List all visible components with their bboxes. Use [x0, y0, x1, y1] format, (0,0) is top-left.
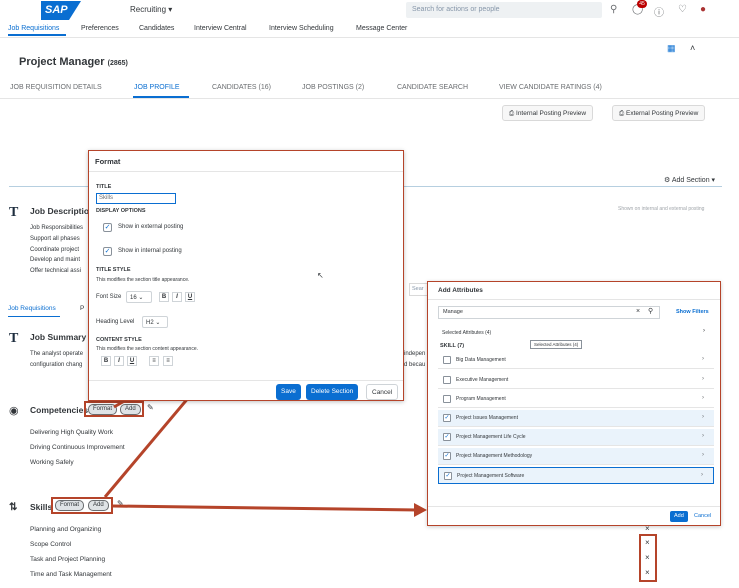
chevron-right-icon[interactable]: › — [702, 356, 704, 362]
font-size-label: Font Size — [96, 294, 122, 300]
underline-button[interactable]: U — [127, 356, 137, 366]
chevron-right-icon[interactable]: › — [702, 414, 704, 420]
chevron-right-icon[interactable]: › — [702, 433, 704, 439]
attribute-row[interactable]: Big Data Management › — [438, 352, 714, 369]
title-style-desc: This modifies the section title appearan… — [96, 277, 190, 283]
content-style-desc: This modifies the section content appear… — [96, 346, 199, 352]
display-options-label: DISPLAY OPTIONS — [96, 208, 146, 214]
attribute-label: Project Issues Management — [456, 415, 518, 421]
dialog-title: Add Attributes — [438, 287, 483, 294]
attribute-label: Project Management Methodology — [456, 453, 533, 459]
show-filters-link[interactable]: Show Filters — [676, 309, 709, 315]
skill-group-label: SKILL (7) — [440, 343, 465, 349]
show-internal-label: Show in internal posting — [118, 248, 182, 254]
delete-section-button[interactable]: Delete Section — [306, 384, 359, 400]
dialog-divider — [89, 171, 403, 172]
search-icon[interactable]: ⚲ — [648, 307, 653, 315]
bold-button[interactable]: B — [101, 356, 111, 366]
numbered-list-icon[interactable]: ≡ — [163, 356, 173, 366]
dialog-divider — [428, 299, 720, 300]
cursor-icon: ↖ — [317, 271, 324, 280]
underline-button[interactable]: U — [185, 292, 195, 302]
attribute-row[interactable]: ✓ Project Management Software › — [438, 467, 714, 484]
format-dialog: Format TITLE Skills DISPLAY OPTIONS ✓ Sh… — [88, 150, 404, 401]
attribute-checkbox[interactable] — [443, 395, 451, 403]
chevron-right-icon[interactable]: › — [702, 395, 704, 401]
attribute-checkbox[interactable]: ✓ — [443, 433, 451, 441]
attribute-label: Big Data Management — [456, 357, 506, 363]
chevron-right-icon[interactable]: › — [701, 472, 703, 478]
save-button[interactable]: Save — [276, 384, 301, 400]
attribute-row[interactable]: ✓ Project Issues Management › — [438, 410, 714, 427]
title-label: TITLE — [96, 184, 112, 190]
attribute-label: Executive Management — [456, 377, 509, 383]
chevron-right-icon[interactable]: › — [702, 376, 704, 382]
heading-level-value: H2 — [146, 320, 154, 326]
tooltip: Selected Attributes (4) — [530, 340, 583, 349]
search-input-partial[interactable]: Sear — [409, 283, 429, 296]
clear-icon[interactable]: × — [636, 308, 640, 315]
add-button[interactable]: Add — [670, 511, 688, 522]
attribute-checkbox[interactable]: ✓ — [443, 414, 451, 422]
heading-level-select[interactable]: H2 ⌄ — [142, 316, 168, 328]
font-size-value: 16 — [130, 295, 137, 301]
dialog-footer-divider — [89, 380, 403, 381]
attribute-row[interactable]: Program Management › — [438, 391, 714, 408]
arrow-head — [414, 503, 427, 517]
attribute-checkbox[interactable]: ✓ — [444, 472, 452, 480]
attribute-label: Project Management Life Cycle — [456, 434, 526, 440]
attribute-row[interactable]: ✓ Project Management Life Cycle › — [438, 429, 714, 446]
chevron-right-icon[interactable]: › — [703, 328, 705, 334]
italic-button[interactable]: I — [172, 292, 182, 302]
selected-attributes-link[interactable]: Selected Attributes (4) — [442, 330, 491, 336]
dialog-footer-divider — [428, 506, 720, 507]
bulleted-list-icon[interactable]: ≡ — [149, 356, 159, 366]
add-attributes-dialog: Add Attributes Manage × ⚲ Show Filters S… — [427, 281, 721, 526]
title-input[interactable]: Skills — [96, 193, 176, 204]
dialog-title: Format — [95, 157, 121, 166]
attribute-checkbox[interactable] — [443, 356, 451, 364]
attribute-checkbox[interactable]: ✓ — [443, 452, 451, 460]
attribute-row[interactable]: Executive Management › — [438, 372, 714, 389]
content-style-label: CONTENT STYLE — [96, 337, 142, 343]
attribute-search-input[interactable]: Manage — [438, 306, 660, 319]
cancel-button[interactable]: Cancel — [366, 384, 399, 400]
show-internal-checkbox[interactable]: ✓ — [103, 247, 112, 256]
italic-button[interactable]: I — [114, 356, 124, 366]
heading-level-label: Heading Level — [96, 319, 135, 325]
show-external-label: Show in external posting — [118, 224, 184, 230]
attribute-label: Program Management — [456, 396, 506, 402]
cancel-button[interactable]: Cancel — [694, 513, 711, 519]
attribute-row[interactable]: ✓ Project Management Methodology › — [438, 448, 714, 465]
arrow-to-attributes-dialog — [112, 504, 419, 512]
title-style-label: TITLE STYLE — [96, 267, 131, 273]
bold-button[interactable]: B — [159, 292, 169, 302]
attribute-checkbox[interactable] — [443, 376, 451, 384]
attribute-label: Project Management Software — [457, 473, 525, 479]
chevron-right-icon[interactable]: › — [702, 452, 704, 458]
show-external-checkbox[interactable]: ✓ — [103, 223, 112, 232]
font-size-select[interactable]: 16 ⌄ — [126, 291, 152, 303]
